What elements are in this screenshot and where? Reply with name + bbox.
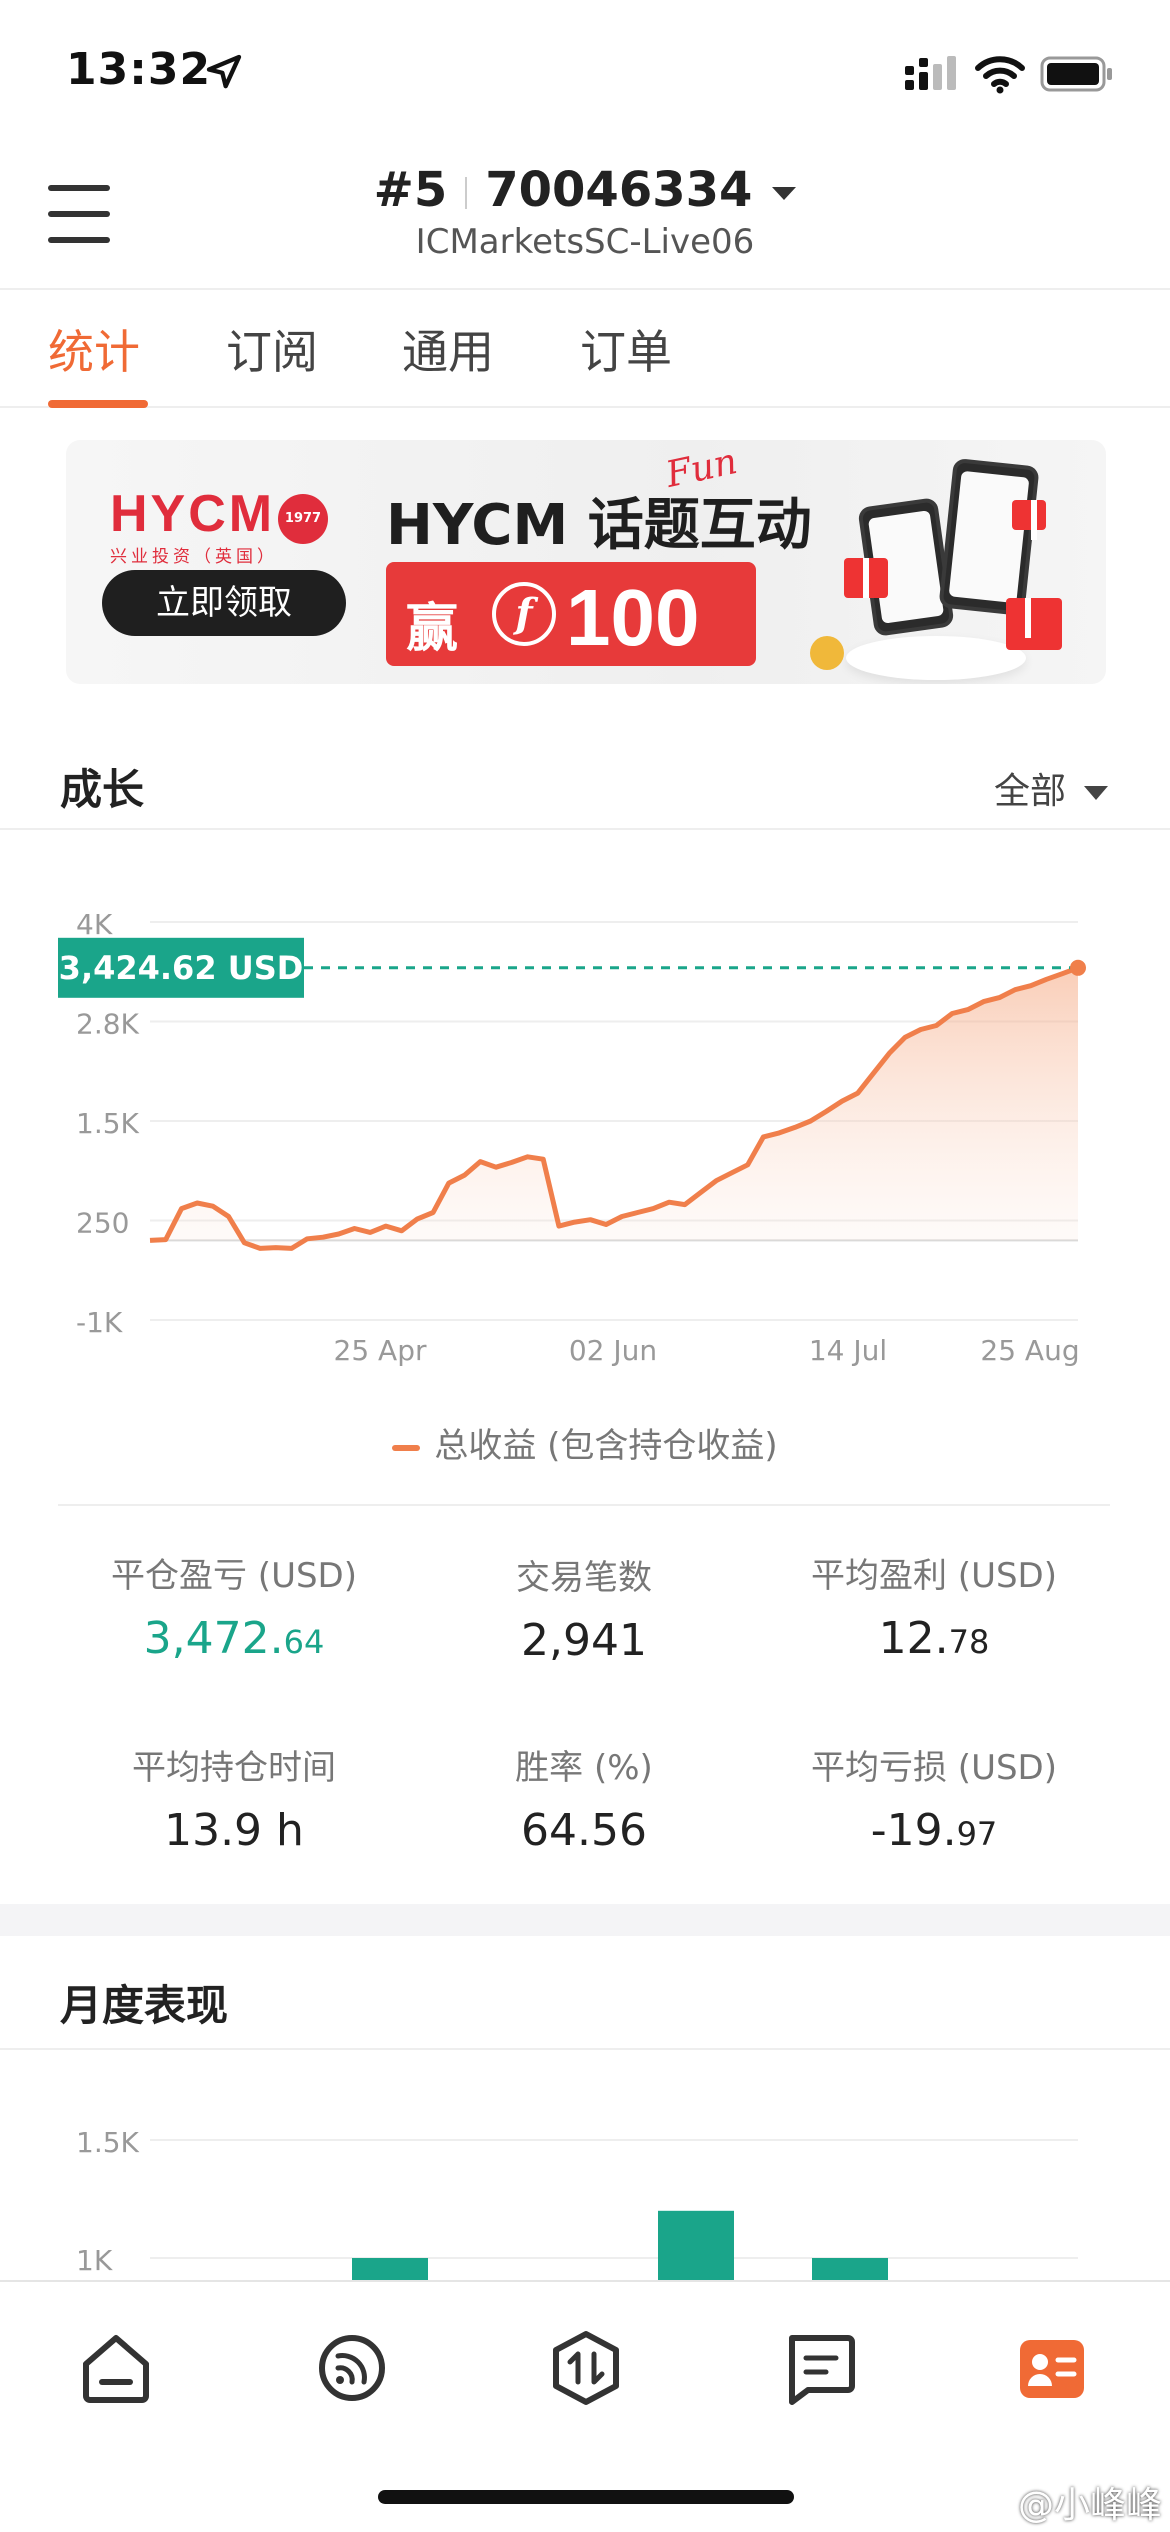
home-icon[interactable]: [74, 2326, 158, 2410]
stat-label: 平均持仓时间: [132, 1748, 336, 1788]
location-arrow-icon: [206, 54, 242, 89]
gift-box-icon: [1012, 500, 1046, 540]
y-tick-label: 4K: [76, 908, 113, 941]
tab-statistics[interactable]: 统计: [48, 316, 140, 382]
stat-average-loss: 平均亏损 (USD) -19.97: [754, 1740, 1114, 1856]
stat-value: 12.78: [878, 1613, 990, 1664]
tab-orders[interactable]: 订单: [580, 316, 672, 382]
brand-subtitle: 兴业投资（英国）: [110, 547, 278, 567]
tab-active-indicator: [48, 400, 148, 408]
stat-value: 3,472.64: [143, 1613, 325, 1664]
bar: [352, 2258, 428, 2280]
y-tick-label: 1.5K: [76, 2126, 140, 2159]
stat-value: 13.9 h: [164, 1805, 304, 1856]
y-tick-label: 250: [76, 1207, 129, 1240]
tab-subscribe[interactable]: 订阅: [226, 316, 318, 382]
chat-icon[interactable]: [778, 2326, 862, 2410]
currency-coin-icon: f: [492, 582, 556, 646]
stat-closed-pnl: 平仓盈亏 (USD) 3,472.64: [54, 1548, 414, 1664]
monthly-title: 月度表现: [60, 1981, 229, 2030]
stat-win-rate: 胜率 (%) 64.56: [404, 1740, 764, 1856]
stat-trade-count: 交易笔数 2,941: [404, 1550, 764, 1666]
monthly-section-header: 月度表现: [0, 1950, 1170, 2050]
chevron-down-icon: [772, 186, 797, 200]
display-platform: [846, 636, 1026, 680]
y-tick-label: 1.5K: [76, 1107, 140, 1140]
x-tick-label: 25 Apr: [334, 1334, 427, 1367]
watermark: @小峰峰: [1017, 2485, 1162, 2526]
area-fill: [150, 967, 1078, 1249]
y-tick-label: 1K: [76, 2244, 113, 2277]
x-tick-label: 02 Jun: [569, 1334, 657, 1367]
section-separator: [0, 1904, 1170, 1936]
gift-box-icon: [1006, 598, 1062, 650]
bar: [812, 2258, 888, 2280]
app-header: #5 70046334 ICMarketsSC-Live06: [0, 140, 1170, 290]
tab-bar: 统计 订阅 通用 订单: [0, 292, 1170, 408]
stat-average-profit: 平均盈利 (USD) 12.78: [754, 1548, 1114, 1664]
banner-title: HYCM 话题互动: [386, 493, 812, 558]
stat-value: 2,941: [521, 1615, 647, 1666]
growth-title: 成长: [60, 765, 145, 814]
growth-section-header: 成长 全部: [0, 730, 1170, 830]
status-bar: 13:32: [0, 0, 1170, 140]
chart-legend[interactable]: 总收益 (包含持仓收益): [0, 1418, 1170, 1467]
x-tick-label: 25 Aug: [980, 1334, 1079, 1367]
stat-label: 交易笔数: [516, 1558, 652, 1598]
server-name: ICMarketsSC-Live06: [415, 222, 755, 262]
divider: [58, 1504, 1110, 1506]
gift-box-icon: [844, 558, 888, 598]
tab-general[interactable]: 通用: [402, 316, 494, 382]
stat-value: 64.56: [521, 1805, 647, 1856]
legend-label: 总收益 (包含持仓收益): [434, 1426, 778, 1466]
growth-chart: 4K 2.8K 1.5K 250 -1K 25 Apr 02 Jun 14 Jul 25 Aug…: [58, 908, 1086, 1367]
home-indicator[interactable]: [378, 2490, 794, 2504]
prize-word: 赢: [406, 599, 459, 659]
signal-feed-icon[interactable]: [310, 2326, 394, 2410]
x-tick-label: 14 Jul: [809, 1334, 887, 1367]
y-tick-label: 2.8K: [76, 1008, 140, 1041]
phone-illustration: [938, 457, 1040, 617]
current-point: [1070, 959, 1086, 976]
battery-icon: [1040, 56, 1112, 92]
anniversary-badge: 1977: [278, 494, 328, 544]
bar: [658, 2210, 734, 2280]
trade-icon[interactable]: [544, 2326, 628, 2410]
stat-label: 平均亏损 (USD): [811, 1748, 1057, 1788]
caret-down-icon: [1084, 786, 1108, 800]
legend-swatch: [392, 1444, 421, 1451]
gold-coin-icon: [810, 636, 844, 670]
filter-label: 全部: [993, 771, 1066, 812]
profile-card-icon[interactable]: [1010, 2326, 1094, 2410]
account-number: 70046334: [485, 162, 753, 218]
account-index: #5: [373, 162, 448, 218]
prize-amount: 100: [566, 573, 700, 662]
monthly-chart: 1.5K 1K: [76, 2126, 1078, 2280]
wifi-icon: [975, 56, 1025, 94]
stat-average-hold-time: 平均持仓时间 13.9 h: [54, 1740, 414, 1856]
hycm-logo: HYCM: [110, 485, 276, 543]
cellular-signal-icon: [905, 56, 956, 90]
stat-label: 平均盈利 (USD): [811, 1556, 1057, 1596]
stat-value: -19.97: [870, 1805, 998, 1856]
stat-label: 胜率 (%): [515, 1748, 653, 1788]
y-tick-label: -1K: [76, 1306, 123, 1339]
current-value-label: 3,424.62 USD: [59, 949, 304, 987]
promo-banner[interactable]: HYCM 1977 兴业投资（英国） 立即领取 HYCM 话题互动 Fun 赢 …: [66, 440, 1106, 684]
claim-now-button[interactable]: 立即领取: [102, 570, 346, 636]
prize-box: 赢 f 100: [386, 562, 756, 666]
growth-range-filter[interactable]: 全部: [994, 762, 1108, 814]
stat-label: 平仓盈亏 (USD): [111, 1556, 357, 1596]
account-selector[interactable]: #5 70046334: [0, 162, 1170, 218]
status-time: 13:32: [66, 44, 212, 95]
